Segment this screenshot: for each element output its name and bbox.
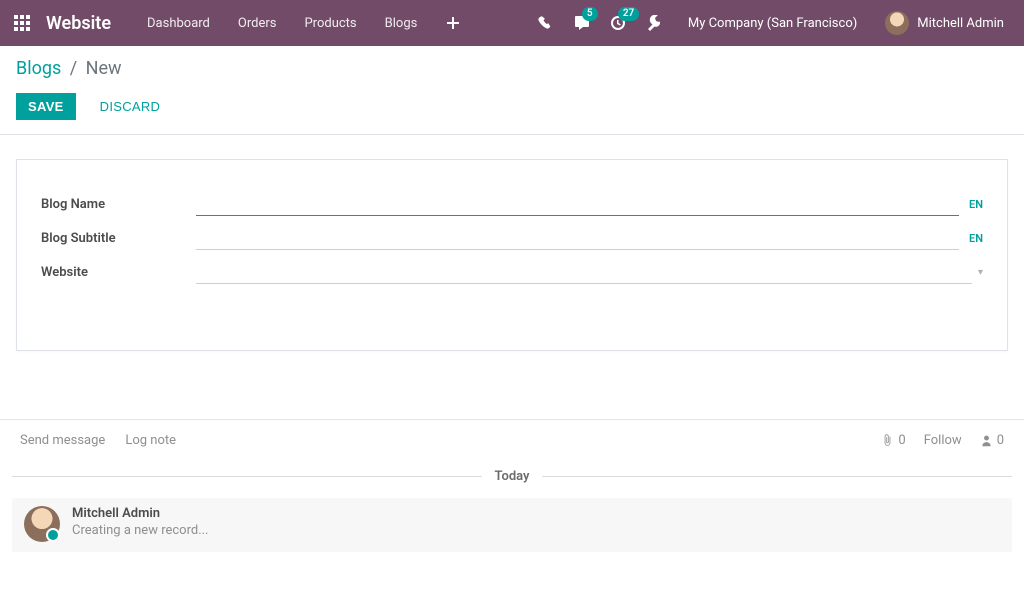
discard-button[interactable]: DISCARD [88, 93, 173, 120]
form-sheet: Blog Name EN Blog Subtitle EN Website ▾ [16, 159, 1008, 351]
main-navbar: Website Dashboard Orders Products Blogs … [0, 0, 1024, 46]
systray: 5 27 [528, 0, 672, 46]
message-avatar-icon [24, 506, 60, 542]
log-note-tab[interactable]: Log note [125, 433, 176, 448]
label-blog-name: Blog Name [41, 197, 196, 212]
chatter-topbar: Send message Log note 0 Follow 0 [6, 420, 1018, 461]
user-menu[interactable]: Mitchell Admin [873, 11, 1010, 35]
nav-dashboard[interactable]: Dashboard [133, 0, 224, 46]
message-item: Mitchell Admin Creating a new record... [12, 498, 1012, 552]
nav-blogs[interactable]: Blogs [371, 0, 432, 46]
sep-line-left [12, 476, 482, 477]
attachments-button[interactable]: 0 [881, 433, 905, 448]
wrench-icon [646, 15, 662, 31]
paperclip-icon [881, 434, 894, 447]
chatter-topbar-right: 0 Follow 0 [881, 433, 1004, 448]
user-avatar-icon [885, 11, 909, 35]
field-blog-name: EN [196, 192, 983, 216]
lang-badge-subtitle[interactable]: EN [969, 232, 983, 245]
thread-date-separator: Today [12, 469, 1012, 484]
follow-button[interactable]: Follow [924, 433, 962, 448]
breadcrumb-parent[interactable]: Blogs [16, 58, 61, 79]
activities-tray[interactable]: 27 [600, 0, 636, 46]
message-author: Mitchell Admin [72, 506, 209, 521]
phone-tray[interactable] [528, 0, 564, 46]
field-row-website: Website ▾ [41, 260, 983, 284]
chevron-down-icon: ▾ [978, 267, 983, 278]
apps-icon[interactable] [14, 15, 30, 31]
chatter: Send message Log note 0 Follow 0 Today M… [0, 419, 1024, 552]
breadcrumb-current: New [86, 58, 122, 79]
user-icon [980, 434, 993, 447]
blog-subtitle-input[interactable] [196, 226, 959, 250]
breadcrumb-sep: / [70, 58, 77, 79]
nav-orders[interactable]: Orders [224, 0, 291, 46]
message-body: Mitchell Admin Creating a new record... [72, 506, 209, 538]
sep-line-right [542, 476, 1012, 477]
message-text: Creating a new record... [72, 523, 209, 538]
blog-name-input[interactable] [196, 192, 959, 216]
control-panel-buttons: SAVE DISCARD [16, 93, 1008, 120]
phone-icon [538, 15, 554, 31]
field-row-name: Blog Name EN [41, 192, 983, 216]
save-button[interactable]: SAVE [16, 93, 76, 120]
attachments-count: 0 [898, 433, 905, 448]
messages-tray[interactable]: 5 [564, 0, 600, 46]
nav-products[interactable]: Products [290, 0, 370, 46]
field-blog-subtitle: EN [196, 226, 983, 250]
sep-label: Today [482, 469, 541, 484]
nav-new-content[interactable] [431, 0, 475, 46]
lang-badge-name[interactable]: EN [969, 198, 983, 211]
debug-tray[interactable] [636, 0, 672, 46]
app-brand[interactable]: Website [46, 13, 111, 34]
field-website: ▾ [196, 260, 983, 284]
label-blog-subtitle: Blog Subtitle [41, 231, 196, 246]
followers-count: 0 [997, 433, 1004, 448]
nav-menu: Dashboard Orders Products Blogs [133, 0, 475, 46]
label-website: Website [41, 265, 196, 280]
navbar-right: 5 27 My Company (San Francisco) Mitchell… [528, 0, 1010, 46]
send-message-tab[interactable]: Send message [20, 433, 105, 448]
follow-label: Follow [924, 433, 962, 448]
user-name: Mitchell Admin [917, 16, 1004, 31]
plus-icon [445, 15, 461, 31]
company-switcher[interactable]: My Company (San Francisco) [672, 16, 873, 31]
navbar-left: Website Dashboard Orders Products Blogs [14, 0, 475, 46]
messages-badge: 5 [582, 7, 598, 21]
form-view: Blog Name EN Blog Subtitle EN Website ▾ [0, 135, 1024, 351]
website-select[interactable] [196, 260, 972, 284]
followers-button[interactable]: 0 [980, 433, 1004, 448]
field-row-subtitle: Blog Subtitle EN [41, 226, 983, 250]
breadcrumb: Blogs / New [16, 58, 1008, 79]
control-panel: Blogs / New SAVE DISCARD [0, 46, 1024, 135]
